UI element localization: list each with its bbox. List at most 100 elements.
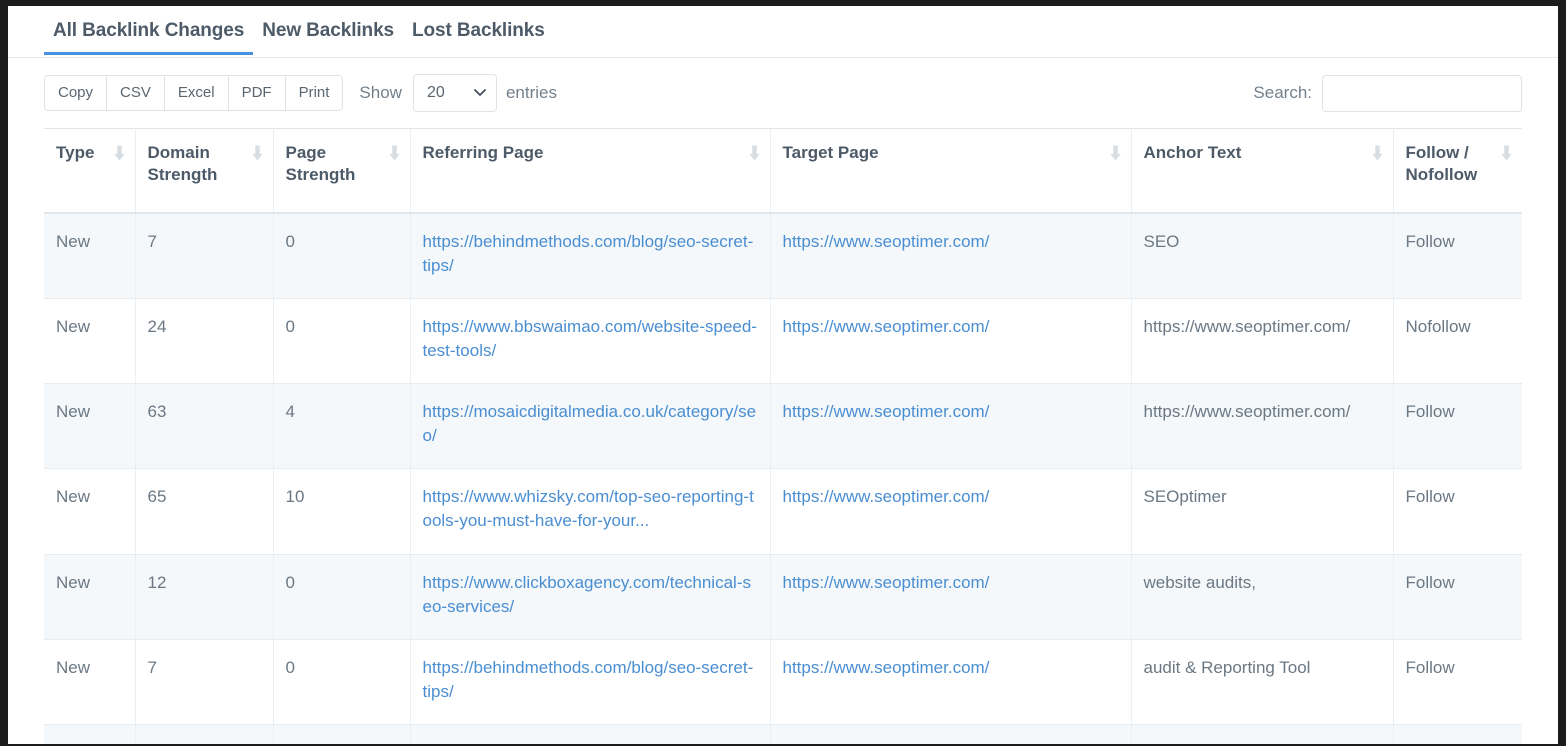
cell-referring-page-link[interactable]: https://behindmethods.com/blog/seo-secre… [423, 658, 754, 701]
toolbar-left-group: Copy CSV Excel PDF Print Show 102050100 … [44, 74, 557, 112]
cell-domain-strength: 7 [135, 213, 273, 299]
cell-target-page[interactable]: https://www.seoptimer.com/ [770, 469, 1131, 554]
cell-referring-page[interactable]: https://mosaicdigitalmedia.co.uk/categor… [410, 384, 770, 469]
sort-descending-icon [1501, 145, 1512, 161]
backlinks-panel: All Backlink Changes New Backlinks Lost … [8, 6, 1558, 744]
cell-target-page[interactable]: https://www.seoptimer.com/ [770, 213, 1131, 299]
cell-domain-strength: 46 [135, 725, 273, 745]
tab-all-backlink-changes-label: All Backlink Changes [53, 20, 244, 41]
cell-target-page-link[interactable]: https://www.seoptimer.com/ [783, 573, 990, 592]
cell-referring-page[interactable]: https://behindmethods.com/blog/seo-secre… [410, 639, 770, 724]
cell-anchor-text: audit & Reporting Tool [1131, 639, 1393, 724]
cell-domain-strength: 24 [135, 298, 273, 383]
cell-target-page[interactable]: https://www.seoptimer.com/ [770, 298, 1131, 383]
cell-anchor-text: SEOptimer [1131, 469, 1393, 554]
copy-button[interactable]: Copy [44, 75, 106, 112]
cell-target-page[interactable]: https://www.seoptimer.com/ [770, 554, 1131, 639]
search-label: Search: [1253, 83, 1312, 103]
cell-target-page[interactable]: https://www.seoptimer.com/ [770, 725, 1131, 745]
tab-new-backlinks[interactable]: New Backlinks [253, 6, 403, 54]
column-header-page-strength[interactable]: Page Strength [273, 129, 410, 213]
cell-domain-strength: 7 [135, 639, 273, 724]
cell-follow-nofollow: Nofollow [1393, 298, 1522, 383]
csv-button[interactable]: CSV [106, 75, 164, 112]
cell-type: New [44, 213, 135, 299]
cell-referring-page[interactable]: https://www.whizsky.com/top-seo-reportin… [410, 469, 770, 554]
toolbar-right-group: Search: [1253, 75, 1522, 112]
cell-type: New [44, 384, 135, 469]
table-toolbar: Copy CSV Excel PDF Print Show 102050100 … [8, 58, 1558, 128]
backlinks-table: Type Domain Strength Page [44, 128, 1522, 744]
backlink-tabs: All Backlink Changes New Backlinks Lost … [8, 6, 1558, 58]
table-row: New460https://www.and-marketing.com/tag/… [44, 725, 1522, 745]
cell-page-strength: 0 [273, 213, 410, 299]
table-body: New70https://behindmethods.com/blog/seo-… [44, 213, 1522, 745]
cell-referring-page-link[interactable]: https://behindmethods.com/blog/seo-secre… [423, 232, 754, 275]
cell-target-page-link[interactable]: https://www.seoptimer.com/ [783, 402, 990, 421]
column-header-target-page[interactable]: Target Page [770, 129, 1131, 213]
cell-anchor-text: https://www.seoptimer.com/ [1131, 384, 1393, 469]
cell-page-strength: 4 [273, 384, 410, 469]
table-row: New6510https://www.whizsky.com/top-seo-r… [44, 469, 1522, 554]
cell-target-page-link[interactable]: https://www.seoptimer.com/ [783, 232, 990, 251]
cell-referring-page[interactable]: https://www.clickboxagency.com/technical… [410, 554, 770, 639]
table-row: New634 https://mosaicdigitalmedia.co.uk/c… [44, 384, 1522, 469]
column-header-domain-strength[interactable]: Domain Strength [135, 129, 273, 213]
sort-descending-icon [389, 145, 400, 161]
cell-referring-page-link[interactable]: https://www.whizsky.com/top-seo-reportin… [423, 487, 754, 530]
table-row: New240 https://www.bbswaimao.com/website-… [44, 298, 1522, 383]
column-header-anchor-text[interactable]: Anchor Text [1131, 129, 1393, 213]
page-length-select-wrapper: 102050100 [413, 74, 497, 112]
column-header-referring-page-label: Referring Page [423, 142, 758, 164]
cell-referring-page[interactable]: https://www.bbswaimao.com/website-speed-… [410, 298, 770, 383]
column-header-target-page-label: Target Page [783, 142, 1119, 164]
cell-target-page[interactable]: https://www.seoptimer.com/ [770, 639, 1131, 724]
column-header-domain-strength-label: Domain Strength [148, 142, 261, 186]
cell-anchor-text: website audits, [1131, 554, 1393, 639]
print-button[interactable]: Print [285, 75, 344, 112]
cell-target-page-link[interactable]: https://www.seoptimer.com/ [783, 658, 990, 677]
cell-referring-page[interactable]: https://www.and-marketing.com/tag/benefi… [410, 725, 770, 745]
cell-referring-page-link[interactable]: https://mosaicdigitalmedia.co.uk/categor… [423, 402, 757, 445]
cell-page-strength: 0 [273, 639, 410, 724]
cell-anchor-text: https://www.seoptimer.com/ [1131, 298, 1393, 383]
cell-follow-nofollow: Follow [1393, 639, 1522, 724]
export-button-group: Copy CSV Excel PDF Print [44, 75, 343, 112]
page-length-select[interactable]: 102050100 [413, 74, 497, 112]
cell-target-page-link[interactable]: https://www.seoptimer.com/ [783, 743, 990, 744]
column-header-page-strength-label: Page Strength [286, 142, 398, 186]
cell-target-page-link[interactable]: https://www.seoptimer.com/ [783, 487, 990, 506]
table-row: New70 https://behindmethods.com/blog/seo-… [44, 213, 1522, 299]
sort-descending-icon [252, 145, 263, 161]
search-input[interactable] [1322, 75, 1522, 112]
table-header: Type Domain Strength Page [44, 129, 1522, 213]
entries-label: entries [506, 83, 557, 103]
cell-type: New [44, 639, 135, 724]
cell-page-strength: 0 [273, 298, 410, 383]
cell-page-strength: 10 [273, 469, 410, 554]
sort-descending-icon [1372, 145, 1383, 161]
cell-domain-strength: 63 [135, 384, 273, 469]
cell-type: New [44, 554, 135, 639]
cell-referring-page-link[interactable]: https://www.bbswaimao.com/website-speed-… [423, 317, 757, 360]
tab-lost-backlinks[interactable]: Lost Backlinks [403, 6, 554, 54]
cell-page-strength: 0 [273, 554, 410, 639]
column-header-type[interactable]: Type [44, 129, 135, 213]
pdf-button[interactable]: PDF [228, 75, 285, 112]
tab-all-backlink-changes[interactable]: All Backlink Changes [44, 6, 253, 54]
cell-follow-nofollow: Follow [1393, 725, 1522, 745]
cell-follow-nofollow: Follow [1393, 554, 1522, 639]
cell-target-page[interactable]: https://www.seoptimer.com/ [770, 384, 1131, 469]
column-header-referring-page[interactable]: Referring Page [410, 129, 770, 213]
table-header-row: Type Domain Strength Page [44, 129, 1522, 213]
cell-type: New [44, 298, 135, 383]
cell-referring-page-link[interactable]: https://www.clickboxagency.com/technical… [423, 573, 751, 616]
cell-domain-strength: 12 [135, 554, 273, 639]
cell-anchor-text: SEO [1131, 213, 1393, 299]
excel-button[interactable]: Excel [164, 75, 228, 112]
cell-target-page-link[interactable]: https://www.seoptimer.com/ [783, 317, 990, 336]
show-label: Show [359, 83, 402, 103]
cell-referring-page-link[interactable]: https://www.and-marketing.com/tag/benefi… [423, 743, 753, 744]
column-header-follow-nofollow[interactable]: Follow / Nofollow [1393, 129, 1522, 213]
cell-referring-page[interactable]: https://behindmethods.com/blog/seo-secre… [410, 213, 770, 299]
